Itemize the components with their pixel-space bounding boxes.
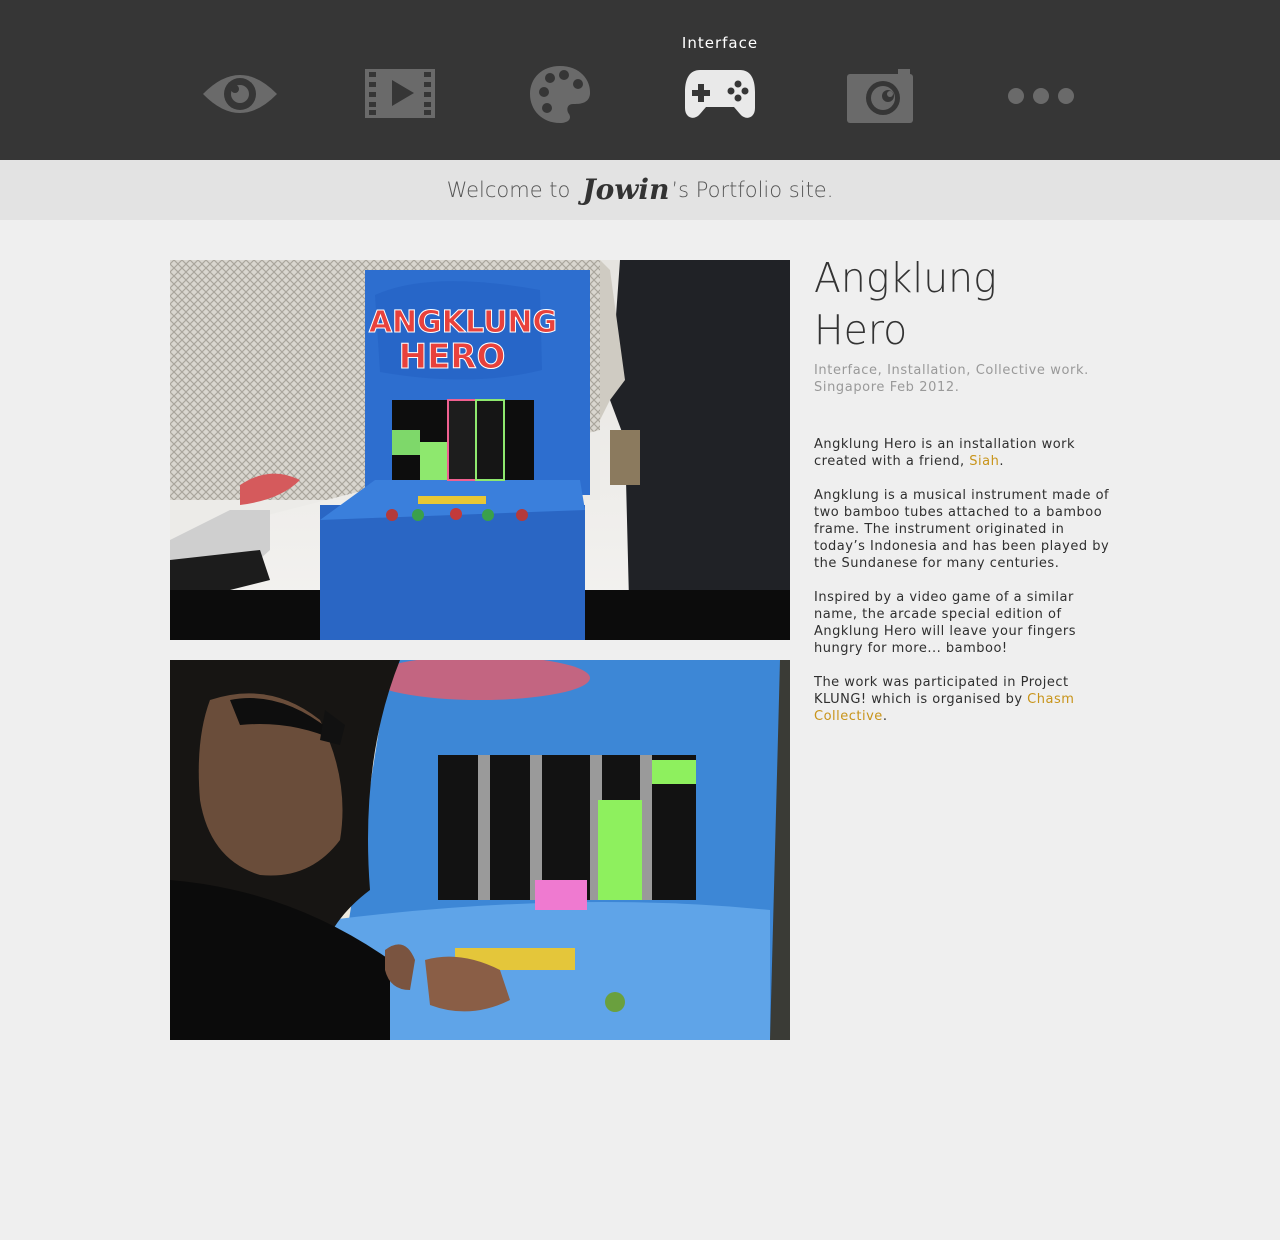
signature-logo: Jowin [582,173,670,206]
eye-icon [203,75,277,113]
description-paragraph-4: The work was participated in Project KLU… [814,674,1114,725]
p1-end: . [999,454,1004,469]
nav-art[interactable] [480,0,640,160]
nav-photo[interactable] [800,0,960,160]
p4-end: . [882,709,888,724]
more-icon [1008,88,1074,104]
arcade-sign-line1: ANGKLUNG [369,305,557,340]
siah-link[interactable]: Siah [969,454,999,469]
arcade-sign-line2: HERO [399,337,506,377]
film-icon [365,69,435,118]
gamepad-icon [685,70,755,118]
p1-text: Angklung Hero is an installation work cr… [814,437,1076,469]
project-subtitle: Interface, Installation, Collective work… [814,362,1114,396]
nav-interface[interactable]: Interface [640,0,800,160]
welcome-suffix: ’s Portfolio site. [671,178,834,202]
project-subtitle-line2: Singapore Feb 2012. [814,380,960,395]
camera-icon [847,69,913,123]
welcome-prefix: Welcome to [446,178,571,202]
welcome-banner: Welcome to Jowin’s Portfolio site. [0,160,1280,220]
project-info: Angklung Hero Interface, Installation, C… [814,252,1114,742]
top-navigation-bar: Interface [0,0,1280,160]
project-title: Angklung Hero [814,254,997,354]
nav-eye[interactable] [160,0,320,160]
project-description: Angklung Hero is an installation work cr… [814,436,1114,725]
description-paragraph-3: Inspired by a video game of a similar na… [814,590,1076,656]
nav-more[interactable] [960,0,1120,160]
description-paragraph-2: Angklung is a musical instrument made of… [814,488,1110,571]
project-photo-arcade: ANGKLUNG HERO [170,260,790,640]
nav-video[interactable] [320,0,480,160]
project-subtitle-line1: Interface, Installation, Collective work… [814,363,1089,378]
project-photo-player [170,660,790,1040]
description-paragraph-1: Angklung Hero is an installation work cr… [814,436,1114,470]
palette-icon [530,66,591,123]
